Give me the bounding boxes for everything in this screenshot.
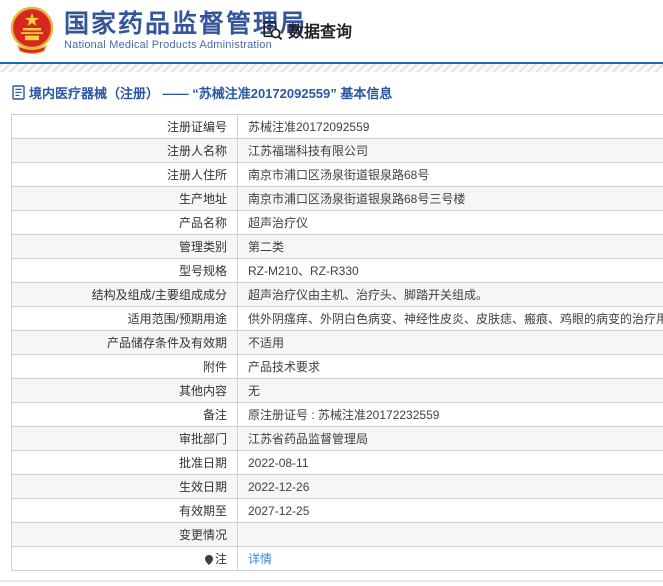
row-label: 产品名称 <box>11 210 238 235</box>
row-value: 江苏福瑞科技有限公司 <box>237 138 663 163</box>
row-value: 2022-08-11 <box>237 450 663 475</box>
row-label: 注册证编号 <box>11 114 238 139</box>
table-row: 产品储存条件及有效期 不适用 <box>11 330 663 355</box>
row-value: 供外阴瘙痒、外阴白色病变、神经性皮炎、皮肤痣、瘢痕、鸡眼的病变的治疗用。 <box>237 306 663 331</box>
table-row: 备注 原注册证号 : 苏械注准20172232559 <box>11 402 663 427</box>
table-row: 注册人住所 南京市浦口区汤泉街道银泉路68号 <box>11 162 663 187</box>
row-label: 批准日期 <box>11 450 238 475</box>
row-value: 原注册证号 : 苏械注准20172232559 <box>237 402 663 427</box>
row-value: 不适用 <box>237 330 663 355</box>
table-row: 有效期至 2027-12-25 <box>11 498 663 523</box>
table-row: 其他内容无 <box>11 378 663 403</box>
breadcrumb: 境内医疗器械（注册） —— “苏械注准20172092559” 基本信息 <box>12 83 663 102</box>
row-value: 2022-12-26 <box>237 474 663 499</box>
row-value: 南京市浦口区汤泉街道银泉路68号三号楼 <box>237 186 663 211</box>
row-label: 结构及组成/主要组成成分 <box>11 282 238 307</box>
row-value: RZ-M210、RZ-R330 <box>237 258 663 283</box>
row-label: 管理类别 <box>11 234 238 259</box>
row-value: 2027-12-25 <box>237 498 663 523</box>
table-row: 结构及组成/主要组成成分 超声治疗仪由主机、治疗头、脚踏开关组成。 <box>11 282 663 307</box>
table-row-note: 注 详情 <box>11 546 663 571</box>
row-value: 南京市浦口区汤泉街道银泉路68号 <box>237 162 663 187</box>
row-label: 有效期至 <box>11 498 238 523</box>
table-row: 管理类别 第二类 <box>11 234 663 259</box>
table-row: 注册人名称 江苏福瑞科技有限公司 <box>11 138 663 163</box>
hatched-band <box>0 64 663 72</box>
national-emblem-logo <box>10 6 54 55</box>
row-label: 附件 <box>11 354 238 379</box>
nav-data-query[interactable]: 数据查询 <box>262 18 352 42</box>
table-row: 注册证编号 苏械注准20172092559 <box>11 114 663 139</box>
row-value: 无 <box>237 378 663 403</box>
row-value: 产品技术要求 <box>237 354 663 379</box>
row-label: 审批部门 <box>11 426 238 451</box>
row-value: 第二类 <box>237 234 663 259</box>
row-value: 超声治疗仪 <box>237 210 663 235</box>
row-value: 详情 <box>237 546 663 571</box>
table-row: 型号规格 RZ-M210、RZ-R330 <box>11 258 663 283</box>
footer-divider <box>0 580 663 582</box>
table-row: 产品名称 超声治疗仪 <box>11 210 663 235</box>
note-balloon-icon <box>204 554 213 565</box>
table-row: 变更情况 <box>11 522 663 547</box>
details-link[interactable]: 详情 <box>248 552 272 566</box>
document-search-icon <box>263 20 283 40</box>
row-value: 超声治疗仪由主机、治疗头、脚踏开关组成。 <box>237 282 663 307</box>
row-label: 生效日期 <box>11 474 238 499</box>
page-header: 国家药品监督管理局 National Medical Products Admi… <box>0 0 663 62</box>
note-label-text: 注 <box>214 552 227 566</box>
table-row: 批准日期 2022-08-11 <box>11 450 663 475</box>
row-value: 江苏省药品监督管理局 <box>237 426 663 451</box>
row-label: 注册人住所 <box>11 162 238 187</box>
registration-info-table: 注册证编号 苏械注准20172092559 注册人名称 江苏福瑞科技有限公司 注册人… <box>11 114 663 571</box>
row-label: 注册人名称 <box>11 138 238 163</box>
nav-data-query-label: 数据查询 <box>288 24 353 41</box>
row-label: 注 <box>11 546 238 571</box>
table-row: 附件 产品技术要求 <box>11 354 663 379</box>
table-row: 审批部门 江苏省药品监督管理局 <box>11 426 663 451</box>
row-label: 型号规格 <box>11 258 238 283</box>
breadcrumb-text: 境内医疗器械（注册） —— “苏械注准20172092559” 基本信息 <box>29 86 393 101</box>
row-label: 产品储存条件及有效期 <box>11 330 238 355</box>
table-row: 生效日期 2022-12-26 <box>11 474 663 499</box>
row-label: 其他内容 <box>11 378 238 403</box>
table-row: 适用范围/预期用途 供外阴瘙痒、外阴白色病变、神经性皮炎、皮肤痣、瘢痕、鸡眼的病变… <box>11 306 663 331</box>
document-icon <box>12 85 25 100</box>
row-label: 生产地址 <box>11 186 238 211</box>
row-label: 适用范围/预期用途 <box>11 306 238 331</box>
table-row: 生产地址 南京市浦口区汤泉街道银泉路68号三号楼 <box>11 186 663 211</box>
row-value <box>237 522 663 547</box>
row-label: 变更情况 <box>11 522 238 547</box>
row-label: 备注 <box>11 402 238 427</box>
row-value: 苏械注准20172092559 <box>237 114 663 139</box>
